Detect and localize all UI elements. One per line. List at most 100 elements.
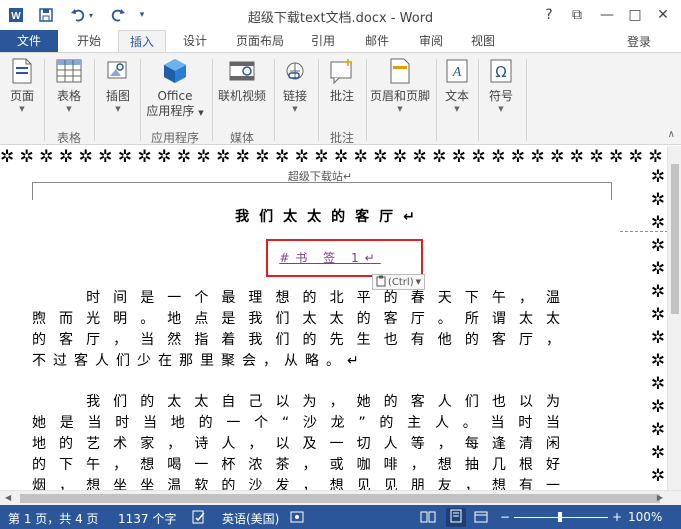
header-divider <box>32 182 612 183</box>
table-label: 表格 <box>56 89 81 103</box>
divider <box>526 59 527 141</box>
omega-icon: Ω <box>487 57 515 85</box>
zoom-in-button[interactable]: + <box>612 510 622 524</box>
paragraph-line: 不过客人们少在那里聚会，从略。↵ <box>32 353 366 369</box>
header-footer-button[interactable]: 页眉和页脚 ▼ <box>368 57 432 114</box>
minimize-button[interactable]: — <box>596 4 618 26</box>
paragraph-line: 烟，想坐坐温软的沙发，想见见朋友，想有一 <box>32 478 567 490</box>
chevron-down-icon: ▼ <box>66 105 72 113</box>
illustrations-icon <box>104 57 132 85</box>
office-apps-label-2: 应用程序 <box>146 104 195 118</box>
tab-review[interactable]: 审阅 <box>408 30 454 52</box>
paragraph-line: 的下午，想喝一杯浓茶，或咖啡，想抽几根好 <box>32 457 567 473</box>
word-count[interactable]: 1137 个字 <box>118 510 176 527</box>
office-apps-label-1: Office <box>157 89 193 103</box>
group-apps-label: 应用程序 <box>150 131 199 145</box>
tab-design[interactable]: 设计 <box>172 30 218 52</box>
page-button[interactable]: 页面 ▼ <box>4 57 40 114</box>
horizontal-scroll-thumb[interactable] <box>20 494 660 503</box>
tab-view[interactable]: 视图 <box>460 30 506 52</box>
illustrations-button[interactable]: 插图 ▼ <box>100 57 136 114</box>
symbol-button[interactable]: Ω 符号 ▼ <box>482 57 520 114</box>
paragraph-1[interactable]: 时间是一个最理想的北平的春天下午，温 煦而光明。地点是我们太太的客厅。所谓太太 … <box>32 288 567 372</box>
divider <box>140 59 141 141</box>
proofing-icon[interactable] <box>192 510 206 527</box>
macro-record-icon[interactable] <box>290 510 304 527</box>
language[interactable]: 英语(美国) <box>222 510 279 527</box>
ribbon-tabs: 文件 开始 插入 设计 页面布局 引用 邮件 审阅 视图 登录 <box>0 30 681 53</box>
divider <box>274 59 275 141</box>
zoom-out-button[interactable]: − <box>500 510 510 524</box>
online-video-button[interactable]: 联机视频 <box>214 57 270 104</box>
header-divider <box>611 182 612 200</box>
chevron-down-icon: ▼ <box>498 105 504 113</box>
scroll-left-icon[interactable]: ◀ <box>5 493 11 502</box>
header-divider <box>32 182 33 200</box>
comment-button[interactable]: 批注 <box>322 57 362 104</box>
paragraph-line: 我们的太太自己以为，她的客人们也以为 <box>32 394 567 410</box>
zoom-slider[interactable] <box>514 512 608 522</box>
chevron-down-icon: ▼ <box>115 105 121 113</box>
page-label: 页面 <box>9 89 34 103</box>
film-icon <box>228 57 256 85</box>
tab-layout[interactable]: 页面布局 <box>226 30 294 52</box>
bookmark-highlight-box <box>266 239 423 277</box>
tab-file[interactable]: 文件 <box>0 30 58 52</box>
link-icon <box>281 57 309 85</box>
comment-icon <box>328 57 356 85</box>
page-count[interactable]: 第 1 页，共 4 页 <box>8 510 99 527</box>
collapse-ribbon-icon[interactable]: ∧ <box>668 129 675 140</box>
tracked-change-line <box>620 231 668 232</box>
link-button[interactable]: 链接 ▼ <box>278 57 312 114</box>
svg-text:Ω: Ω <box>495 63 506 81</box>
paragraph-line: 地的艺术家，诗人，以及一切人等，每逢清闲 <box>32 436 567 452</box>
chevron-down-icon: ▼ <box>454 105 460 113</box>
vertical-scrollbar[interactable] <box>667 146 681 490</box>
illustrations-label: 插图 <box>105 89 130 103</box>
vertical-scroll-thumb[interactable] <box>671 164 679 314</box>
divider <box>366 59 367 141</box>
chevron-down-icon: ▼ <box>198 109 204 117</box>
paragraph-line: 时间是一个最理想的北平的春天下午，温 <box>32 290 567 306</box>
document-title[interactable]: 我们太太的客厅↵ <box>0 206 660 226</box>
document-area[interactable]: ✲ ✲ ✲ ✲ ✲ ✲ ✲ ✲ ✲ ✲ ✲ ✲ ✲ ✲ ✲ ✲ ✲ ✲ ✲ ✲ … <box>0 146 681 490</box>
zoom-level[interactable]: 100% <box>628 510 662 524</box>
web-layout-icon[interactable] <box>474 510 488 527</box>
tab-references[interactable]: 引用 <box>300 30 346 52</box>
office-apps-label-row: 应用程序 ▼ <box>146 104 203 121</box>
svg-text:A: A <box>452 65 462 80</box>
tab-insert[interactable]: 插入 <box>118 30 166 53</box>
header-footer-label: 页眉和页脚 <box>369 89 430 103</box>
group-media-label: 媒体 <box>229 131 254 145</box>
title-bar: W ▾ ▾ 超级下载text文档.docx - Word ? ⧉ — □ ✕ <box>0 0 681 30</box>
paragraph-line: 的客厅，当然指着我们的先生也有他的客厅， <box>32 332 567 348</box>
ribbon-display-button[interactable]: ⧉ <box>566 4 588 26</box>
zoom-slider-thumb[interactable] <box>558 512 562 522</box>
page-icon <box>8 57 36 85</box>
status-bar: 第 1 页，共 4 页 1137 个字 英语(美国) − + 100% <box>0 505 681 529</box>
help-button[interactable]: ? <box>538 4 560 26</box>
horizontal-scrollbar[interactable]: ◀ ▶ <box>0 490 681 505</box>
paragraph-2[interactable]: 我们的太太自己以为，她的客人们也以为 她是当时当地的一个“沙龙”的主人。当时当 … <box>32 392 567 490</box>
chevron-down-icon: ▼ <box>292 105 298 113</box>
print-layout-icon[interactable] <box>446 508 466 527</box>
chevron-down-icon: ▼ <box>397 105 403 113</box>
login-link[interactable]: 登录 <box>627 33 651 50</box>
ribbon: 页面 ▼ 表格 ▼ 表格 插图 ▼ Office 应用程序 ▼ 应用程序 联机视… <box>0 52 681 145</box>
scroll-right-icon[interactable]: ▶ <box>657 493 663 502</box>
group-table-label: 表格 <box>56 131 81 145</box>
header-footer-icon <box>386 57 414 85</box>
divider <box>478 59 479 141</box>
tab-home[interactable]: 开始 <box>66 30 112 52</box>
table-button[interactable]: 表格 ▼ <box>50 57 88 114</box>
read-mode-icon[interactable] <box>420 510 436 527</box>
paragraph-line: 煦而光明。地点是我们太太的客厅。所谓太太 <box>32 311 567 327</box>
office-apps-icon <box>161 57 189 85</box>
close-button[interactable]: ✕ <box>652 4 674 26</box>
text-button[interactable]: A 文本 ▼ <box>440 57 474 114</box>
table-icon <box>55 57 83 85</box>
paragraph-line: 她是当时当地的一个“沙龙”的主人。当时当 <box>32 415 567 431</box>
tab-mailings[interactable]: 邮件 <box>354 30 400 52</box>
maximize-button[interactable]: □ <box>624 4 646 26</box>
office-apps-button[interactable]: Office 应用程序 ▼ <box>144 57 206 121</box>
